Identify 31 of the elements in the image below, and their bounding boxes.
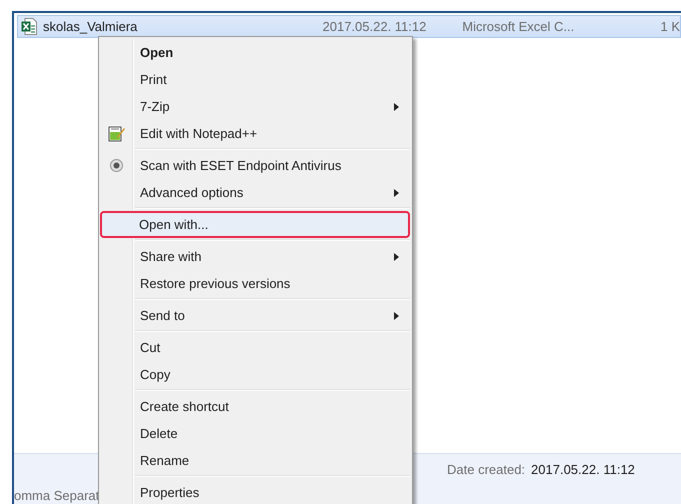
menu-item[interactable]: Delete — [101, 420, 410, 447]
menu-item[interactable]: Rename — [101, 447, 410, 474]
file-size: 1 K — [660, 19, 680, 34]
menu-item[interactable]: Print — [101, 66, 410, 93]
menu-item[interactable]: Scan with ESET Endpoint Antivirus — [101, 152, 410, 179]
date-created-label: Date created: — [447, 462, 526, 477]
file-row[interactable]: skolas_Valmiera 2017.05.22. 11:12 Microsoft Excel C... 1 K — [17, 15, 681, 38]
menu-item[interactable]: Advanced options — [101, 179, 410, 206]
menu-item[interactable]: Cut — [101, 334, 410, 361]
file-date: 2017.05.22. 11:12 — [322, 19, 428, 34]
menu-item[interactable]: Create shortcut — [101, 393, 410, 420]
menu-item[interactable]: Open — [101, 39, 410, 66]
spreadsheet-file-icon — [21, 18, 37, 35]
menu-item[interactable]: Share with — [101, 243, 410, 270]
submenu-arrow-icon — [394, 253, 399, 261]
submenu-arrow-icon — [394, 103, 399, 111]
submenu-arrow-icon — [394, 312, 399, 320]
menu-item[interactable]: Send to — [101, 302, 410, 329]
scan-icon — [108, 157, 125, 174]
date-created-value: 2017.05.22. 11:12 — [531, 462, 635, 477]
file-type: Microsoft Excel C... — [462, 19, 576, 34]
file-name: skolas_Valmiera — [43, 19, 138, 34]
menu-item[interactable]: 7-Zip — [101, 93, 410, 120]
menu-item[interactable]: Restore previous versions — [101, 270, 410, 297]
menu-item[interactable]: Edit with Notepad++ — [101, 120, 410, 147]
menu-item[interactable]: Copy — [101, 361, 410, 388]
submenu-arrow-icon — [394, 189, 399, 197]
menu-item[interactable]: Open with... — [100, 211, 410, 238]
notepad-icon — [108, 125, 125, 142]
menu-item[interactable]: Properties — [101, 479, 410, 504]
file-type-text: omma Separat — [14, 488, 98, 503]
